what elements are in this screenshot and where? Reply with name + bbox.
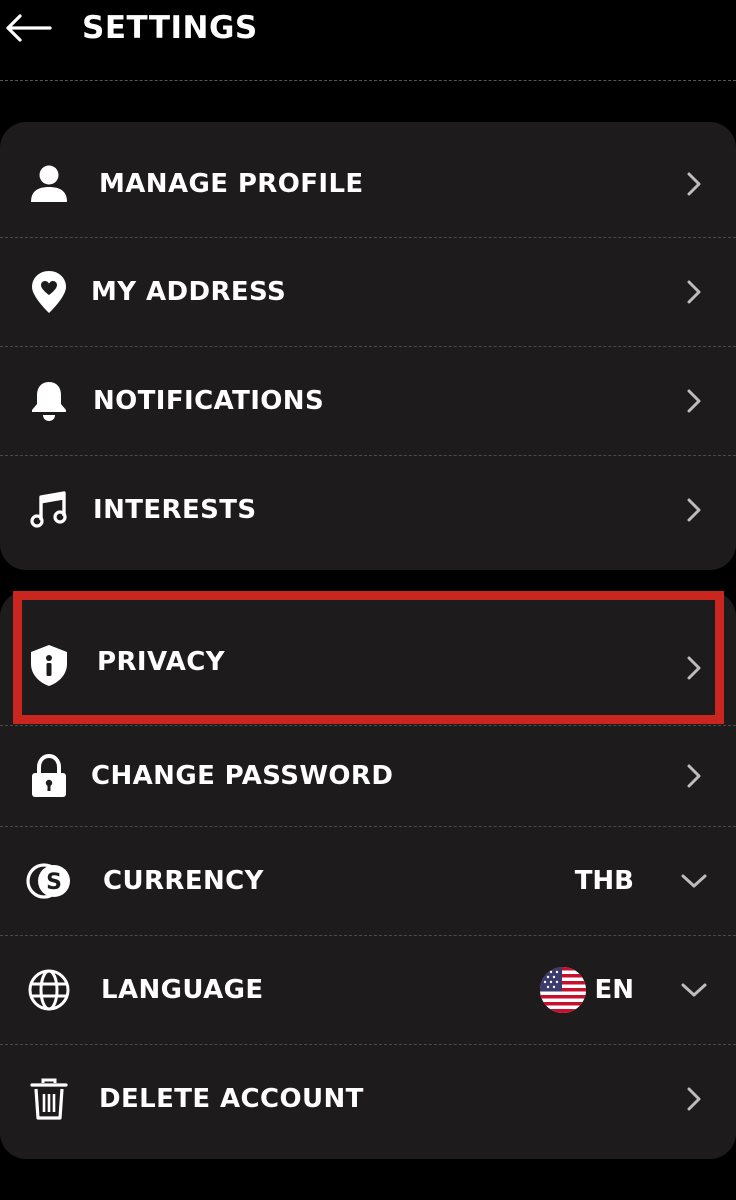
change-password-label: CHANGE PASSWORD bbox=[91, 761, 394, 791]
language-value: EN bbox=[594, 975, 634, 1005]
music-note-icon bbox=[26, 487, 72, 533]
us-flag-icon bbox=[540, 967, 586, 1013]
settings-group-account: MANAGE PROFILE MY ADDRESS NOTIFICATIONS bbox=[0, 122, 736, 570]
svg-text:S: S bbox=[46, 870, 62, 895]
settings-group-preferences: PRIVACY CHANGE PASSWORD S CURRENCY THB L… bbox=[0, 591, 736, 1159]
language-label: LANGUAGE bbox=[101, 975, 264, 1005]
chevron-right-icon bbox=[680, 278, 708, 306]
delete-account-label: DELETE ACCOUNT bbox=[99, 1084, 364, 1114]
currency-row[interactable]: S CURRENCY THB bbox=[0, 826, 736, 935]
notifications-label: NOTIFICATIONS bbox=[93, 386, 325, 416]
chevron-down-icon[interactable] bbox=[680, 867, 708, 895]
person-icon bbox=[26, 161, 72, 207]
chevron-right-icon bbox=[680, 1085, 708, 1113]
notifications-row[interactable]: NOTIFICATIONS bbox=[0, 346, 736, 455]
back-button[interactable] bbox=[0, 6, 56, 50]
privacy-label: PRIVACY bbox=[97, 647, 225, 677]
delete-account-row[interactable]: DELETE ACCOUNT bbox=[0, 1044, 736, 1153]
chevron-down-icon[interactable] bbox=[680, 976, 708, 1004]
manage-profile-row[interactable]: MANAGE PROFILE bbox=[0, 130, 736, 237]
bell-icon bbox=[26, 378, 72, 424]
language-row[interactable]: LANGUAGE EN bbox=[0, 935, 736, 1044]
chevron-right-icon bbox=[680, 387, 708, 415]
chevron-right-icon bbox=[680, 654, 708, 682]
lock-icon bbox=[26, 753, 72, 799]
currency-icon: S bbox=[26, 858, 72, 904]
change-password-row[interactable]: CHANGE PASSWORD bbox=[0, 725, 736, 826]
header-divider bbox=[0, 80, 736, 81]
privacy-row[interactable]: PRIVACY bbox=[0, 591, 736, 725]
globe-icon bbox=[26, 967, 72, 1013]
location-heart-icon bbox=[26, 269, 72, 315]
chevron-right-icon bbox=[680, 762, 708, 790]
interests-label: INTERESTS bbox=[93, 495, 257, 525]
shield-info-icon bbox=[26, 642, 72, 688]
my-address-row[interactable]: MY ADDRESS bbox=[0, 237, 736, 346]
trash-icon bbox=[26, 1076, 72, 1122]
chevron-right-icon bbox=[680, 496, 708, 524]
interests-row[interactable]: INTERESTS bbox=[0, 455, 736, 564]
currency-value: THB bbox=[574, 866, 634, 896]
currency-label: CURRENCY bbox=[103, 866, 264, 896]
chevron-right-icon bbox=[680, 170, 708, 198]
my-address-label: MY ADDRESS bbox=[91, 277, 287, 307]
header: SETTINGS bbox=[0, 0, 736, 80]
back-arrow-icon bbox=[6, 14, 52, 42]
page-title: SETTINGS bbox=[82, 10, 258, 46]
manage-profile-label: MANAGE PROFILE bbox=[99, 168, 364, 199]
